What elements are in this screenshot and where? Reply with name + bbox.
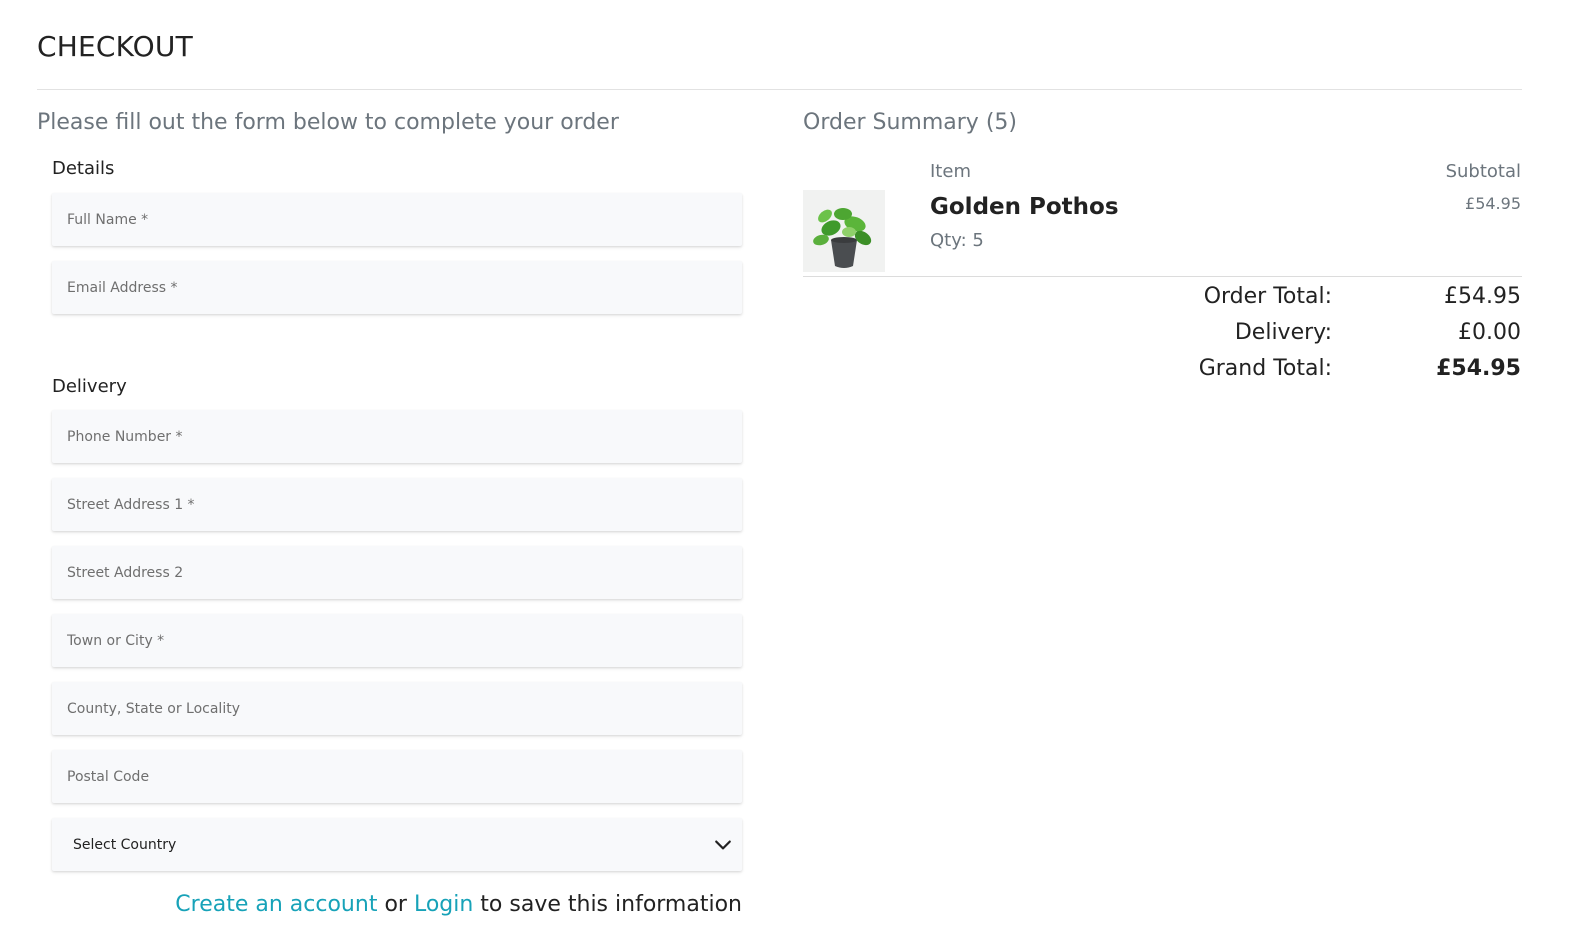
account-or-text: or: [377, 892, 414, 917]
street-address-2-input[interactable]: [52, 546, 742, 599]
login-link[interactable]: Login: [414, 892, 473, 917]
delivery-value: £0.00: [1458, 320, 1521, 345]
form-intro-text: Please fill out the form below to comple…: [37, 110, 619, 135]
delivery-section-label: Delivery: [52, 376, 127, 397]
phone-input[interactable]: [52, 410, 742, 463]
county-field[interactable]: [52, 682, 742, 735]
street-address-2-field[interactable]: [52, 546, 742, 599]
create-account-link[interactable]: Create an account: [175, 892, 377, 917]
chevron-down-icon: [715, 840, 731, 849]
postal-code-input[interactable]: [52, 750, 742, 803]
full-name-field[interactable]: [52, 193, 742, 246]
grand-total-value: £54.95: [1436, 356, 1521, 381]
town-field[interactable]: [52, 614, 742, 667]
account-suffix-text: to save this information: [473, 892, 742, 917]
town-input[interactable]: [52, 614, 742, 667]
page-title: CHECKOUT: [37, 30, 193, 63]
full-name-input[interactable]: [52, 193, 742, 246]
phone-field[interactable]: [52, 410, 742, 463]
item-column-header: Item: [930, 161, 971, 182]
product-subtotal: £54.95: [1465, 194, 1521, 213]
country-select[interactable]: Select Country: [52, 818, 742, 871]
product-name: Golden Pothos: [930, 194, 1119, 220]
street-address-1-input[interactable]: [52, 478, 742, 531]
subtotal-column-header: Subtotal: [1445, 161, 1521, 182]
product-image[interactable]: [803, 190, 885, 272]
potted-plant-image: [803, 190, 885, 272]
account-prompt: Create an account or Login to save this …: [175, 892, 742, 917]
email-input[interactable]: [52, 261, 742, 314]
order-total-label: Order Total:: [1203, 284, 1332, 309]
postal-code-field[interactable]: [52, 750, 742, 803]
email-field[interactable]: [52, 261, 742, 314]
title-divider: [37, 89, 1522, 90]
order-summary-heading: Order Summary (5): [803, 110, 1017, 135]
street-address-1-field[interactable]: [52, 478, 742, 531]
product-quantity: Qty: 5: [930, 230, 984, 251]
grand-total-label: Grand Total:: [1198, 356, 1332, 381]
summary-divider: [803, 276, 1522, 277]
delivery-label: Delivery:: [1234, 320, 1332, 345]
details-section-label: Details: [52, 158, 115, 179]
county-input[interactable]: [52, 682, 742, 735]
order-total-value: £54.95: [1444, 284, 1521, 309]
country-select-value: Select Country: [73, 836, 177, 853]
